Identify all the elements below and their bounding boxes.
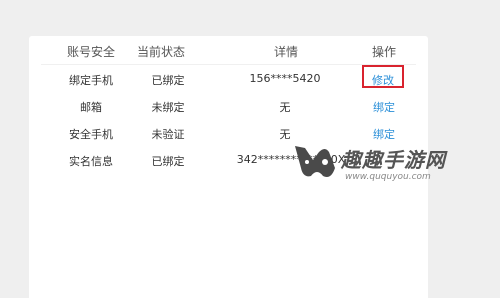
row-detail: 156****5420 (249, 72, 321, 85)
header-details: 详情 (273, 45, 299, 59)
watermark-site-name: 趣趣手游网 (341, 148, 446, 172)
header-current-status: 当前状态 (136, 45, 186, 59)
row-status: 已绑定 (151, 74, 185, 87)
header-operation: 操作 (371, 45, 397, 59)
row-status: 未验证 (151, 128, 185, 141)
header-account-security: 账号安全 (66, 45, 116, 59)
row-item-label: 实名信息 (69, 155, 113, 168)
row-item-label: 邮箱 (80, 101, 102, 114)
highlight-box (362, 65, 404, 88)
site-watermark: 趣趣手游网 www.ququyou.com (285, 138, 445, 198)
row-status: 未绑定 (151, 101, 185, 114)
row-item-label: 安全手机 (69, 128, 113, 141)
table-header: 账号安全 当前状态 详情 操作 (29, 36, 428, 65)
row-detail: 无 (279, 101, 291, 114)
top-faint-strip (160, 0, 350, 4)
row-status: 已绑定 (151, 155, 185, 168)
gamepad-logo-icon (295, 146, 335, 177)
row-item-label: 绑定手机 (69, 74, 113, 87)
header-divider (41, 64, 416, 65)
bind-email-link[interactable]: 绑定 (373, 99, 395, 115)
watermark-url: www.ququyou.com (345, 172, 431, 182)
